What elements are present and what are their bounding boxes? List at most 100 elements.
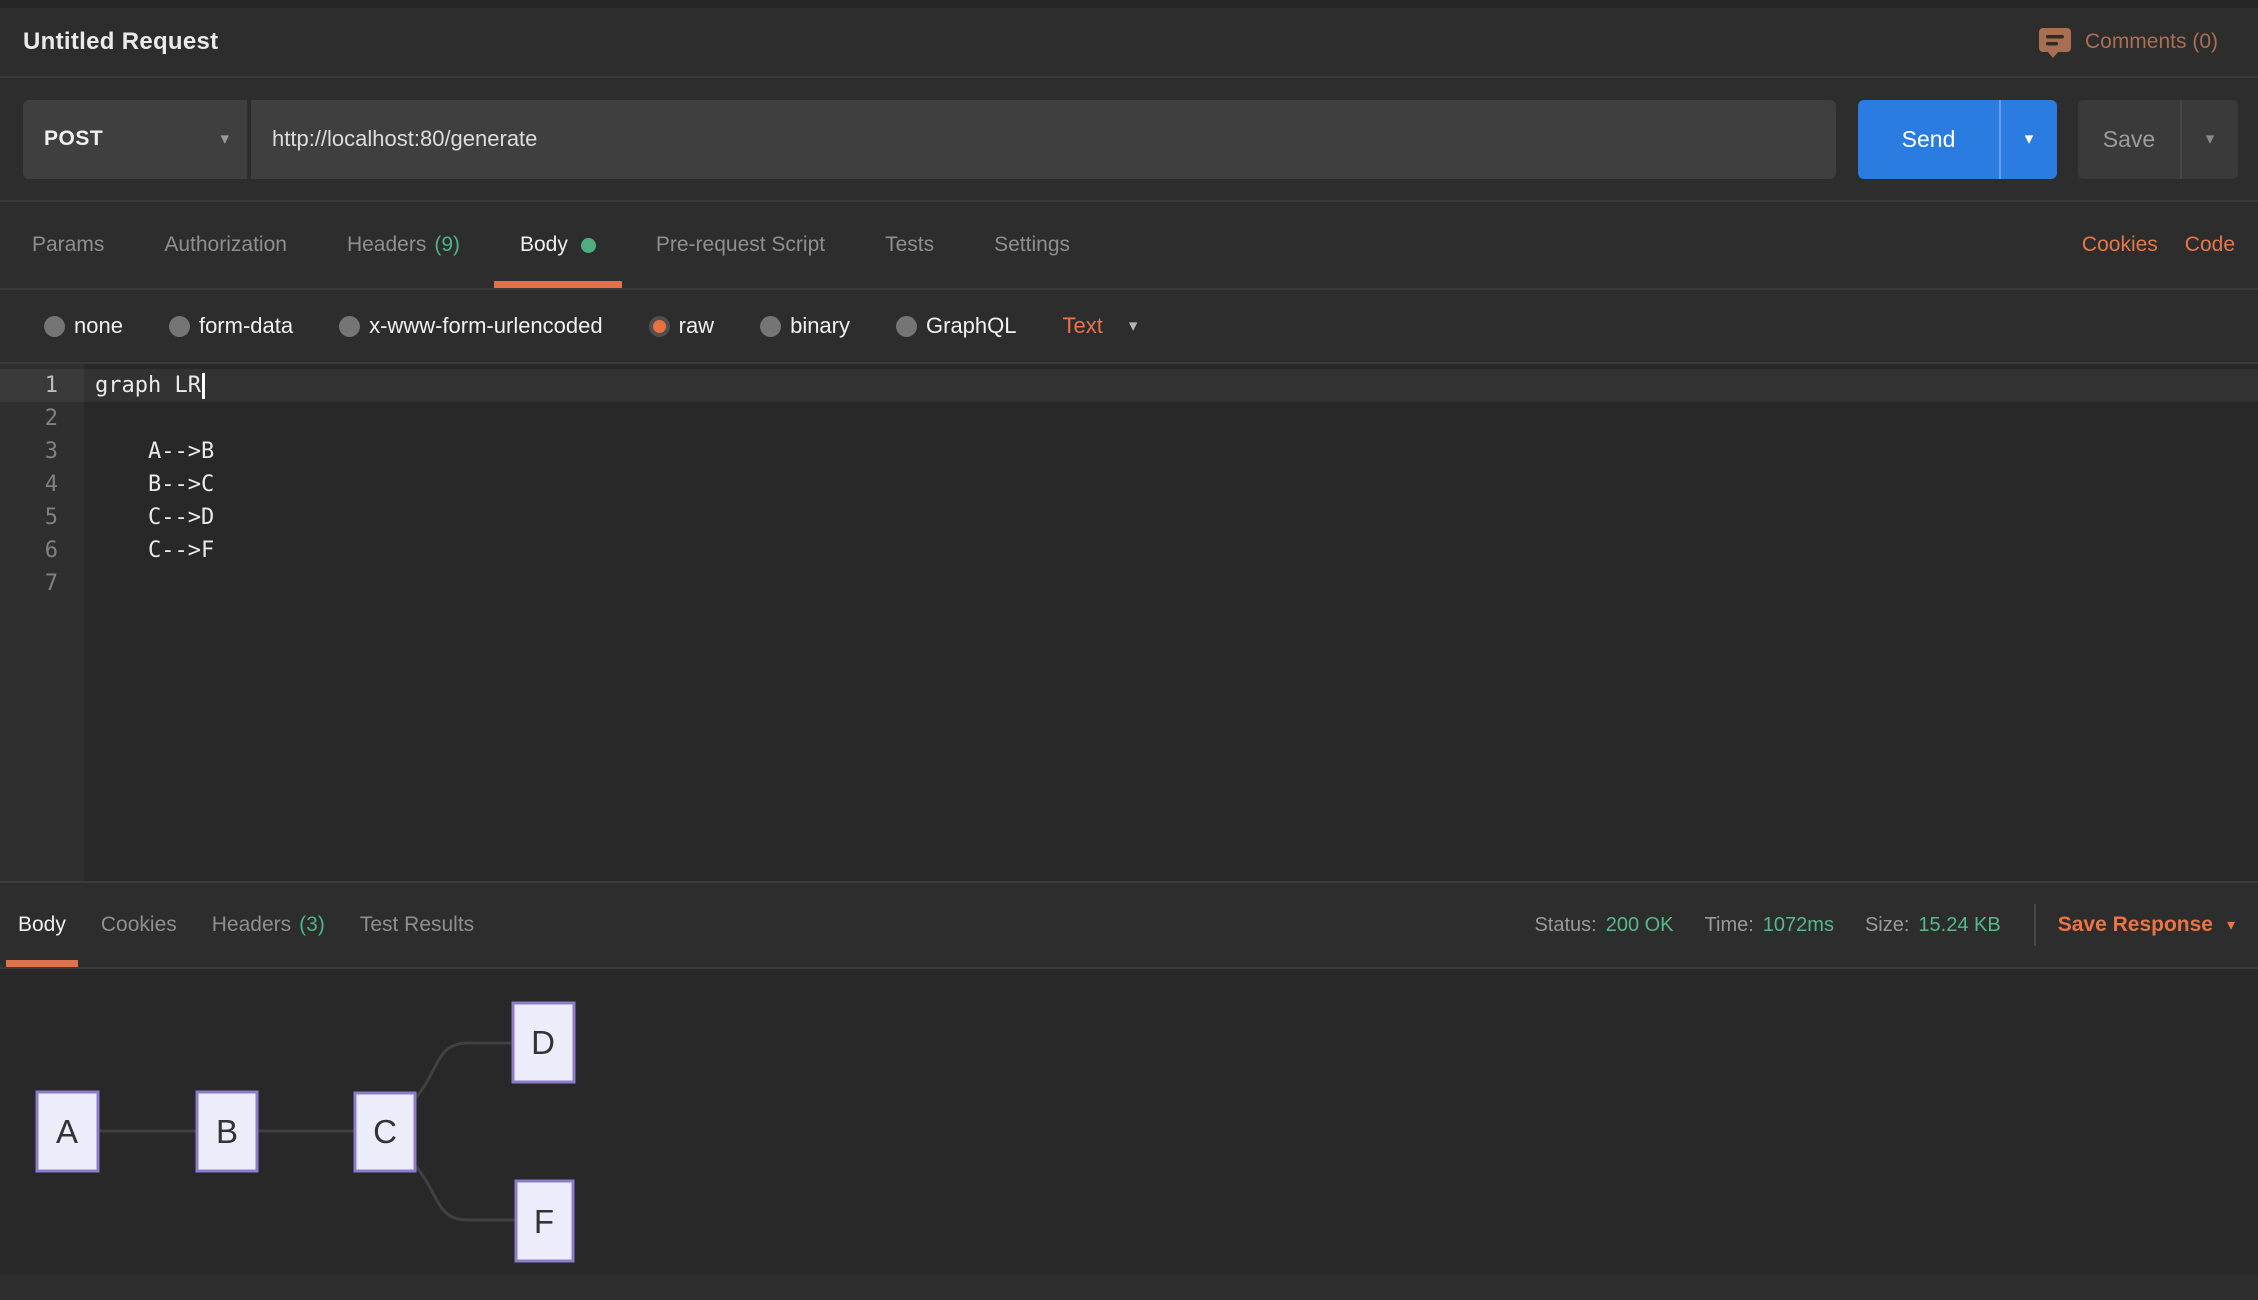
radio-icon <box>896 316 917 337</box>
radio-graphql[interactable]: GraphQL <box>896 313 1017 339</box>
radio-none[interactable]: none <box>44 313 123 339</box>
method-label: POST <box>44 127 103 151</box>
radio-icon <box>169 316 190 337</box>
line-number: 5 <box>0 501 84 534</box>
response-tab-test-results[interactable]: Test Results <box>348 883 486 967</box>
request-tabs: Params Authorization Headers(9) Body Pre… <box>0 202 2258 290</box>
format-label: Text <box>1063 313 1103 339</box>
size-value: 15.24 KB <box>1918 914 2000 937</box>
body-type-bar: none form-data x-www-form-urlencoded raw… <box>0 290 2258 362</box>
svg-text:C: C <box>373 1113 397 1150</box>
send-button[interactable]: Send ▾ <box>1858 100 2057 179</box>
chevron-down-icon: ▾ <box>1129 316 1138 336</box>
line-number: 6 <box>0 534 84 567</box>
editor-line[interactable]: 2 <box>0 402 2258 435</box>
vertical-divider <box>2034 904 2036 946</box>
graph-node-A: A <box>37 1092 98 1171</box>
line-number: 3 <box>0 435 84 468</box>
save-button[interactable]: Save ▾ <box>2078 100 2238 179</box>
graph-node-B: B <box>197 1092 257 1171</box>
response-meta: Status: 200 OK Time: 1072ms Size: 15.24 … <box>1534 883 2235 967</box>
comments-button[interactable]: Comments (0) <box>2038 26 2218 58</box>
radio-icon <box>760 316 781 337</box>
url-input[interactable] <box>272 126 1836 152</box>
save-options-button[interactable]: ▾ <box>2180 100 2238 179</box>
request-bar: POST ▾ Send ▾ Save ▾ <box>0 78 2258 202</box>
radio-binary[interactable]: binary <box>760 313 850 339</box>
window-top-strip <box>0 0 2258 8</box>
tab-headers[interactable]: Headers(9) <box>321 202 486 288</box>
tab-params[interactable]: Params <box>6 202 130 288</box>
comment-icon <box>2038 26 2072 58</box>
radio-raw[interactable]: raw <box>649 313 714 339</box>
send-options-button[interactable]: ▾ <box>1999 100 2057 179</box>
time-badge: Time: 1072ms <box>1705 914 1834 937</box>
svg-text:B: B <box>216 1113 238 1150</box>
tab-tests[interactable]: Tests <box>859 202 960 288</box>
status-badge: Status: 200 OK <box>1534 914 1673 937</box>
editor-line[interactable]: 7 <box>0 567 2258 600</box>
line-number: 2 <box>0 402 84 435</box>
code-link[interactable]: Code <box>2185 233 2235 257</box>
time-value: 1072ms <box>1763 914 1834 937</box>
code-text: B-->C <box>95 468 214 501</box>
code-text: C-->D <box>95 501 214 534</box>
cookies-link[interactable]: Cookies <box>2082 233 2158 257</box>
editor-line[interactable]: 1 graph LR <box>0 369 2258 402</box>
url-segment <box>251 100 1836 179</box>
edge-C-F <box>415 1165 516 1220</box>
send-label[interactable]: Send <box>1858 100 1999 179</box>
radio-selected-icon <box>649 316 670 337</box>
chevron-down-icon: ▾ <box>2025 129 2034 149</box>
svg-text:F: F <box>534 1203 554 1240</box>
code-text: A-->B <box>95 435 214 468</box>
graph-node-D: D <box>513 1003 574 1082</box>
tab-pre-request-script[interactable]: Pre-request Script <box>630 202 851 288</box>
body-modified-dot <box>581 238 596 253</box>
horizontal-scrollbar-track[interactable] <box>0 1274 2258 1300</box>
graph-node-F: F <box>516 1181 573 1261</box>
method-dropdown[interactable]: POST ▾ <box>23 100 247 179</box>
editor-line[interactable]: 3 A-->B <box>0 435 2258 468</box>
response-headers-count-badge: (3) <box>299 913 325 937</box>
svg-text:D: D <box>531 1024 555 1061</box>
response-header: Body Cookies Headers(3) Test Results Sta… <box>0 883 2258 969</box>
tab-authorization[interactable]: Authorization <box>138 202 313 288</box>
response-tab-cookies[interactable]: Cookies <box>89 883 189 967</box>
radio-form-data[interactable]: form-data <box>169 313 293 339</box>
response-tab-body[interactable]: Body <box>6 883 78 967</box>
title-bar: Untitled Request Comments (0) <box>0 8 2258 78</box>
line-number: 7 <box>0 567 84 600</box>
request-title: Untitled Request <box>23 28 218 56</box>
save-label[interactable]: Save <box>2078 100 2180 179</box>
url-composite: POST ▾ <box>23 100 1836 179</box>
radio-x-www-form-urlencoded[interactable]: x-www-form-urlencoded <box>339 313 603 339</box>
svg-text:A: A <box>56 1113 78 1150</box>
code-text: graph LR <box>95 369 201 402</box>
raw-format-dropdown[interactable]: Text ▾ <box>1063 313 1138 339</box>
editor-line[interactable]: 6 C-->F <box>0 534 2258 567</box>
line-number: 1 <box>0 369 84 402</box>
headers-count-badge: (9) <box>434 233 460 257</box>
response-body: A B C D F <box>0 969 2258 1300</box>
graph-node-C: C <box>355 1093 415 1171</box>
editor-lines: 1 graph LR 2 3 A-->B 4 B-->C 5 C-->D 6 C… <box>0 364 2258 600</box>
radio-icon <box>339 316 360 337</box>
chevron-down-icon: ▾ <box>2227 915 2235 935</box>
editor-line[interactable]: 4 B-->C <box>0 468 2258 501</box>
chevron-down-icon: ▾ <box>2206 129 2215 149</box>
status-value: 200 OK <box>1606 914 1674 937</box>
size-badge: Size: 15.24 KB <box>1865 914 2001 937</box>
editor-line[interactable]: 5 C-->D <box>0 501 2258 534</box>
response-tab-headers[interactable]: Headers(3) <box>200 883 337 967</box>
comments-label: Comments (0) <box>2085 30 2218 54</box>
tab-settings[interactable]: Settings <box>968 202 1096 288</box>
radio-icon <box>44 316 65 337</box>
request-body-editor[interactable]: 1 graph LR 2 3 A-->B 4 B-->C 5 C-->D 6 C… <box>0 362 2258 883</box>
chevron-down-icon: ▾ <box>220 129 229 149</box>
line-number: 4 <box>0 468 84 501</box>
text-cursor <box>202 373 205 399</box>
edge-C-D <box>415 1043 513 1099</box>
tab-body[interactable]: Body <box>494 202 622 288</box>
save-response-button[interactable]: Save Response ▾ <box>2058 913 2235 937</box>
